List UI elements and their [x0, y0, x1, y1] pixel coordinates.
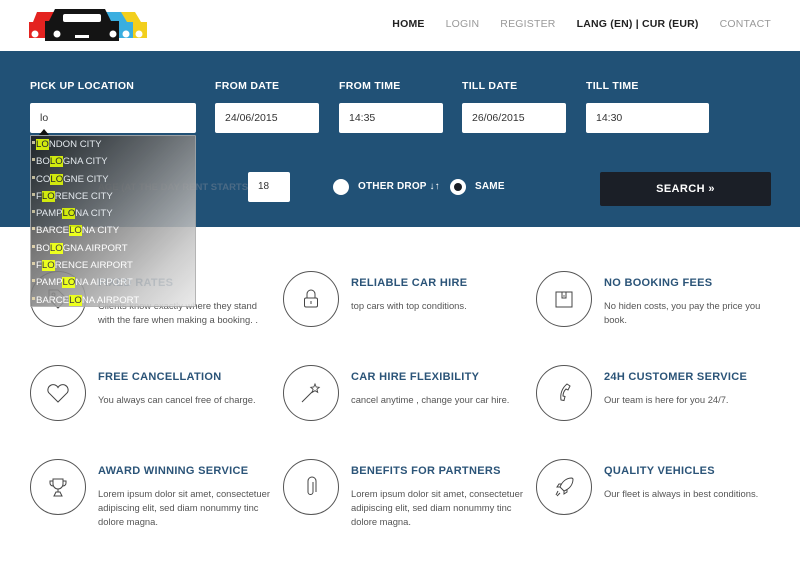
feature-icon-circle [30, 365, 86, 421]
feature-title: NO BOOKING FEES [604, 277, 713, 289]
feature-icon-circle [30, 459, 86, 515]
pickup-location-input[interactable]: lo [30, 103, 196, 133]
bullet-icon [32, 140, 35, 144]
feature-title: RELIABLE CAR HIRE [351, 277, 468, 289]
lock-icon [304, 289, 318, 308]
feature-icon-circle [536, 459, 592, 515]
till-time-label: TILL TIME [586, 80, 639, 92]
feature-title: AWARD WINNING SERVICE [98, 465, 249, 477]
from-date-input[interactable]: 24/06/2015 [215, 103, 319, 133]
driver-age-input[interactable]: 18 [248, 172, 290, 202]
pickup-location-label: PICK UP LOCATION [30, 80, 135, 92]
feature-icon-circle [283, 459, 339, 515]
feature-text: top cars with top conditions. [351, 300, 467, 311]
bullet-icon [32, 262, 35, 266]
from-date-label: FROM DATE [215, 80, 280, 92]
bullet-icon [32, 244, 35, 248]
till-time-input[interactable]: 14:30 [586, 103, 709, 133]
trophy-icon [49, 478, 67, 497]
from-time-label: FROM TIME [339, 80, 401, 92]
search-button[interactable]: SEARCH » [600, 172, 771, 206]
other-drop-label: OTHER DROP ↓↑ [358, 181, 440, 192]
feature-text: Our fleet is always in best conditions. [604, 488, 759, 499]
feature-text: Lorem ipsum dolor sit amet, consectetuer… [98, 488, 270, 527]
nav-register[interactable]: REGISTER [500, 18, 555, 30]
autocomplete-item[interactable]: BOLOGNA CITY [31, 153, 195, 170]
nav-home[interactable]: HOME [392, 18, 424, 30]
bullet-icon [32, 210, 35, 214]
autocomplete-item[interactable]: BOLOGNA AIRPORT [31, 240, 195, 257]
bullet-icon [32, 227, 35, 231]
other-drop-radio[interactable] [333, 179, 349, 195]
bullet-icon [32, 158, 35, 162]
bullet-icon [32, 192, 35, 196]
feature-icon-circle [283, 365, 339, 421]
autocomplete-item[interactable]: FLORENCE AIRPORT [31, 257, 195, 274]
feature-icon-circle [536, 271, 592, 327]
autocomplete-item[interactable]: FLORENCE CITY [31, 188, 195, 205]
till-date-input[interactable]: 26/06/2015 [462, 103, 566, 133]
feature-text: cancel anytime , change your car hire. [351, 394, 510, 405]
autocomplete-item[interactable]: BARCELONA CITY [31, 222, 195, 239]
nav-login[interactable]: LOGIN [446, 18, 480, 30]
same-drop-label: SAME [475, 181, 505, 192]
autocomplete-item[interactable]: COLOGNE CITY [31, 171, 195, 188]
rocket-icon [555, 477, 574, 497]
till-date-label: TILL DATE [462, 80, 518, 92]
same-drop-radio[interactable] [450, 179, 466, 195]
feature-title: FREE CANCELLATION [98, 371, 222, 383]
top-bar: HOME LOGIN REGISTER LANG (EN) | CUR (EUR… [0, 0, 800, 51]
autocomplete-item[interactable]: PAMPLONA AIRPORT [31, 274, 195, 291]
feature-text: Lorem ipsum dolor sit amet, consectetuer… [351, 488, 523, 527]
autocomplete-item[interactable]: PAMPLONA CITY [31, 205, 195, 222]
nav-lang-currency[interactable]: LANG (EN) | CUR (EUR) [577, 18, 699, 30]
autocomplete-item[interactable]: BARCELONA AIRPORT [31, 292, 195, 309]
bullet-icon [32, 279, 35, 283]
feature-title: CAR HIRE FLEXIBILITY [351, 371, 480, 383]
logo-cars-icon[interactable] [29, 6, 149, 44]
feature-text: No hiden costs, you pay the price you bo… [604, 300, 761, 325]
feature-text: Our team is here for you 24/7. [604, 394, 729, 405]
bullet-icon [32, 175, 35, 179]
phone-icon [560, 383, 571, 402]
paperclip-icon [307, 476, 317, 495]
magic-wand-icon [301, 382, 321, 403]
feature-text: You always can cancel free of charge. [98, 394, 256, 405]
wallet-icon [555, 291, 573, 308]
feature-icon-circle [536, 365, 592, 421]
feature-title: BENEFITS FOR PARTNERS [351, 465, 501, 477]
from-time-input[interactable]: 14:35 [339, 103, 443, 133]
feature-title: 24H CUSTOMER SERVICE [604, 371, 748, 383]
heart-icon [47, 384, 69, 403]
feature-title: QUALITY VEHICLES [604, 465, 715, 477]
feature-icon-circle [283, 271, 339, 327]
main-nav: HOME LOGIN REGISTER LANG (EN) | CUR (EUR… [371, 18, 771, 30]
bullet-icon [32, 296, 35, 300]
nav-contact[interactable]: CONTACT [720, 18, 771, 30]
autocomplete-item[interactable]: LONDON CITY [31, 136, 195, 153]
autocomplete-dropdown: LONDON CITY BOLOGNA CITY COLOGNE CITY FL… [30, 135, 196, 307]
